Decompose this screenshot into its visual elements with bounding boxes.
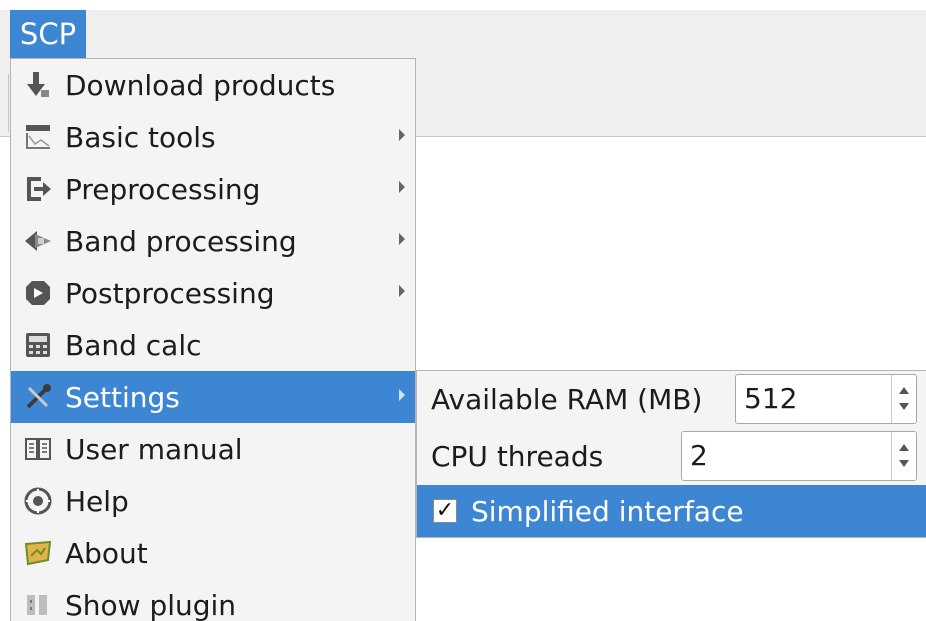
band-calc-icon [26, 333, 50, 357]
menu-item-label: Show plugin [65, 588, 237, 621]
user-manual-icon [25, 438, 51, 460]
menu-item-band-calc[interactable]: Band calc [11, 319, 415, 371]
ram-spinbox[interactable]: 512 [735, 374, 917, 424]
submenu-arrow-icon [399, 129, 405, 141]
menu-item-preprocessing[interactable]: Preprocessing [11, 163, 415, 215]
spin-down-arrow-icon[interactable] [899, 403, 909, 410]
postprocessing-icon [26, 281, 50, 305]
cpu-value[interactable]: 2 [690, 432, 708, 480]
menu-item-label: User manual [65, 432, 243, 466]
submenu-arrow-icon [399, 285, 405, 297]
simplified-interface-row[interactable]: ✓ Simplified interface [417, 485, 926, 537]
help-icon [24, 487, 52, 515]
spin-up-arrow-icon[interactable] [899, 387, 909, 394]
cpu-label: CPU threads [431, 439, 604, 473]
menu-item-label: Settings [65, 380, 180, 414]
menu-item-settings[interactable]: Settings [11, 371, 415, 423]
menu-item-postprocessing[interactable]: Postprocessing [11, 267, 415, 319]
submenu-arrow-icon [399, 389, 405, 401]
menu-item-label: Band processing [65, 224, 297, 258]
menu-item-user-manual[interactable]: User manual [11, 423, 415, 475]
screen: SCP Download products Basic tools Prepro… [0, 0, 926, 621]
spin-up-arrow-icon[interactable] [899, 444, 909, 451]
menu-item-download-products[interactable]: Download products [11, 59, 415, 111]
submenu-arrow-icon [399, 233, 405, 245]
ram-spin-buttons [891, 375, 916, 423]
about-icon [24, 540, 52, 566]
download-icon [27, 72, 49, 97]
show-plugin-icon [27, 595, 47, 615]
scp-menu: Download products Basic tools Preprocess… [10, 58, 416, 621]
menu-item-label: Download products [65, 68, 336, 102]
menu-item-show-plugin[interactable]: Show plugin [11, 579, 415, 621]
simplified-interface-label: Simplified interface [471, 494, 744, 528]
menu-item-label: Preprocessing [65, 172, 261, 206]
ram-value[interactable]: 512 [744, 375, 797, 423]
simplified-interface-checkbox[interactable]: ✓ [433, 499, 457, 523]
cpu-setting-row: CPU threads 2 [417, 428, 926, 484]
menu-item-label: Basic tools [65, 120, 216, 154]
settings-submenu: Available RAM (MB) 512 CPU threads 2 ✓ S… [416, 370, 926, 538]
cpu-spinbox[interactable]: 2 [681, 431, 917, 481]
ram-label: Available RAM (MB) [431, 382, 703, 416]
menu-item-about[interactable]: About [11, 527, 415, 579]
toolbar-handle [0, 74, 9, 132]
cpu-spin-buttons [891, 432, 916, 480]
menubar-scp-menu[interactable]: SCP [10, 10, 86, 58]
menu-item-basic-tools[interactable]: Basic tools [11, 111, 415, 163]
menu-item-label: Help [65, 484, 129, 518]
menu-item-help[interactable]: Help [11, 475, 415, 527]
menubar: SCP [0, 10, 926, 59]
band-processing-icon [25, 231, 51, 251]
ram-setting-row: Available RAM (MB) 512 [417, 371, 926, 427]
spin-down-arrow-icon[interactable] [899, 460, 909, 467]
menu-item-label: Postprocessing [65, 276, 275, 310]
submenu-arrow-icon [399, 181, 405, 193]
basic-tools-icon [26, 125, 50, 149]
settings-icon [26, 384, 51, 409]
menu-item-band-processing[interactable]: Band processing [11, 215, 415, 267]
menu-item-label: About [65, 536, 148, 570]
preprocessing-icon [27, 177, 51, 201]
menu-item-label: Band calc [65, 328, 202, 362]
